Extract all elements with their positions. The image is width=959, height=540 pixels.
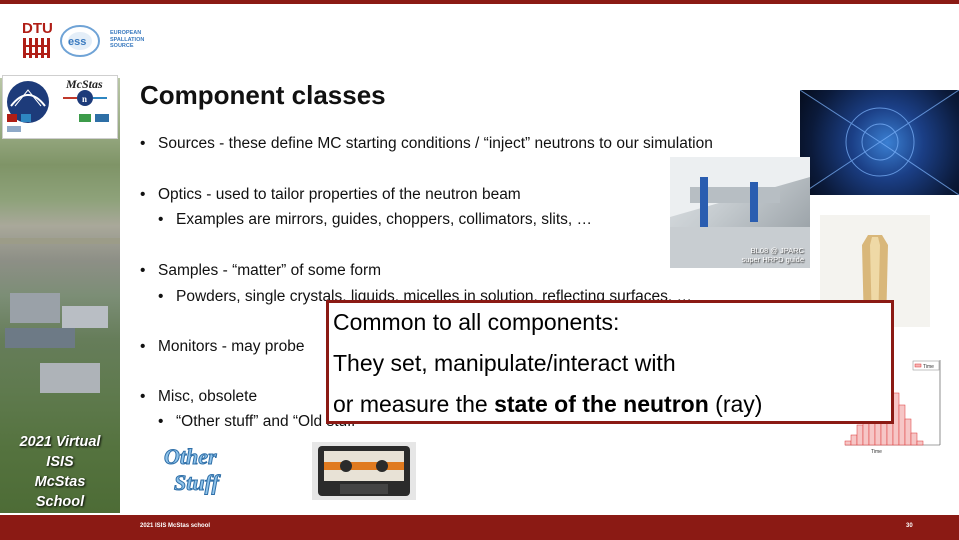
bullet-misc: • Misc, obsolete: [140, 388, 258, 405]
callout-line-2: They set, manipulate/interact with: [333, 350, 676, 376]
bullet-optics: • Optics - used to tailor properties of t…: [140, 186, 521, 203]
guide-caption: BL08 @ JPARC super HRPD guide: [741, 246, 804, 264]
bullet-samples: • Samples - “matter” of some form: [140, 262, 382, 279]
slide-title: Component classes: [140, 80, 386, 110]
mcstas-title: McStas: [66, 77, 103, 91]
svg-text:Time: Time: [871, 449, 882, 455]
callout-box: Common to all components: They set, mani…: [326, 300, 894, 424]
svg-text:n: n: [82, 94, 87, 104]
svg-text:DTU: DTU: [22, 20, 53, 37]
bullet-optics-examples: • Examples are mirrors, guides, choppers,…: [158, 211, 593, 228]
other-stuff-logo: Other Stuff: [160, 440, 250, 496]
instrument-tunnel-photo: [800, 90, 959, 195]
bullet-sources: • Sources - these define MC starting cond…: [140, 135, 713, 152]
svg-text:Other: Other: [164, 444, 217, 469]
svg-text:ess: ess: [68, 36, 86, 48]
top-accent-bar: [0, 0, 959, 4]
callout-line-1: Common to all components:: [333, 309, 620, 335]
school-label: 2021 Virtual ISIS McStas School: [19, 434, 101, 510]
callout-line-3: or measure the state of the neutron (ray…: [333, 391, 763, 417]
neutron-guide-photo: BL08 @ JPARC super HRPD guide: [670, 157, 810, 268]
svg-text:Stuff: Stuff: [174, 470, 222, 495]
bullet-monitors: • Monitors - may probe: [140, 338, 305, 355]
cassette-tape-photo: [312, 442, 416, 500]
dtu-logo: DTU: [22, 20, 53, 58]
footer-text: 2021 ISIS McStas school: [140, 523, 211, 529]
svg-text:Time: Time: [923, 364, 934, 370]
footer-bar: 2021 ISIS McStas school 30: [0, 515, 959, 540]
page-number: 30: [906, 523, 913, 529]
ess-text: EUROPEAN SPALLATION SOURCE: [110, 30, 145, 50]
